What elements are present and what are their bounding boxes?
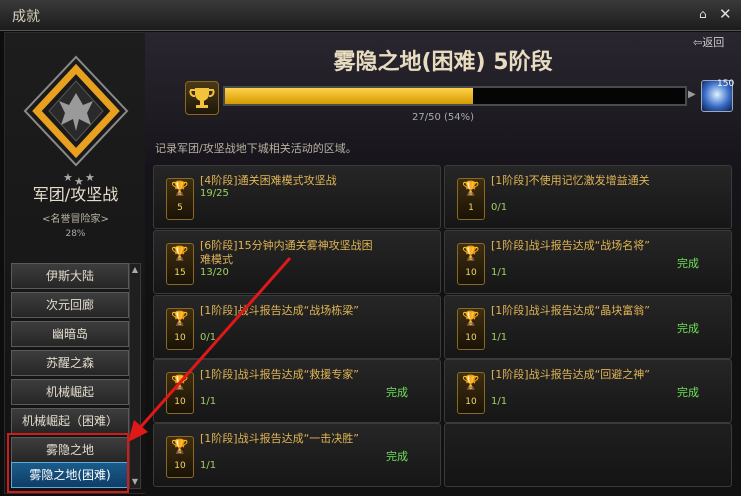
achievement-name: [1阶段]战斗报告达成“回避之神” [491,368,650,381]
nav-item-dimension-corridor[interactable]: 次元回廊 [11,292,129,318]
achievement-level: 10 [174,461,186,471]
achievement-progress: 13/20 [200,267,229,278]
scroll-down-icon[interactable]: ▼ [130,476,140,488]
trophy-icon: 🏆 10 [457,243,485,285]
achievement-card[interactable]: 🏆 10 [1阶段]战斗报告达成“回避之神” 1/1 完成 [444,359,732,423]
achievement-card[interactable]: 🏆 10 [1阶段]战斗报告达成“战场名将” 1/1 完成 [444,230,732,294]
window-title: 成就 [12,9,40,25]
achievement-name: [1阶段]战斗报告达成“一击决胜” [200,432,359,445]
achievement-level: 10 [174,397,186,407]
achievement-status: 完成 [677,386,699,399]
achievement-name: [1阶段]战斗报告达成“战场栋梁” [200,304,359,317]
achievement-name: [1阶段]不使用记忆激发增益通关 [491,174,650,187]
stage-progress-text: 27/50 (54%) [411,112,475,123]
achievement-progress: 1/1 [491,396,508,407]
achievement-name: [6阶段]15分钟内通关雾神攻坚战困难模式 [200,239,373,266]
achievement-level: 10 [174,333,186,343]
achievement-progress: 1/1 [200,460,217,471]
achievement-name: [1阶段]战斗报告达成“战场名将” [491,239,650,252]
achievement-main-panel: ⇦返回 雾隐之地(困难) 5阶段 ▶ 150 27/50 (54%) 记录军团/… [145,32,741,496]
trophy-icon: 🏆 10 [166,308,194,350]
achievement-card[interactable]: 🏆 10 [1阶段]战斗报告达成“晶块富翁” 1/1 完成 [444,295,732,359]
category-percent: 28% [65,229,86,239]
nav-item-isle[interactable]: 伊斯大陆 [11,263,129,289]
achievement-card[interactable]: 🏆 15 [6阶段]15分钟内通关雾神攻坚战困难模式 13/20 [153,230,441,294]
achievement-level: 1 [468,203,474,213]
reward-count: 150 [717,79,735,89]
trophy-icon: 🏆 5 [166,178,194,220]
nav-item-machine-rise[interactable]: 机械崛起 [11,379,129,405]
window-titlebar: 成就 ⌂ ✕ [0,0,741,31]
achievement-status: 完成 [386,386,408,399]
trophy-icon: 🏆 10 [457,372,485,414]
achievement-card[interactable]: 🏆 5 [4阶段]通关困难模式攻坚战 19/25 [153,165,441,229]
achievement-card[interactable]: 🏆 10 [1阶段]战斗报告达成“救援专家” 1/1 完成 [153,359,441,423]
achievement-level: 10 [465,333,477,343]
category-title: 军团/攻坚战 [32,185,119,204]
caret-right-icon: ▶ [688,89,696,100]
trophy-icon: 🏆 1 [457,178,485,220]
achievement-card[interactable]: 🏆 1 [1阶段]不使用记忆激发增益通关 0/1 [444,165,732,229]
empty-achievement-slot [444,423,732,487]
scroll-up-icon[interactable]: ▲ [130,264,140,276]
achievement-level: 10 [465,397,477,407]
achievement-status: 完成 [677,257,699,270]
achievement-name: [1阶段]战斗报告达成“救援专家” [200,368,359,381]
home-icon[interactable]: ⌂ [699,7,707,21]
achievement-level: 15 [174,268,186,278]
category-description: 记录军团/攻坚战地下城相关活动的区域。 [155,142,357,155]
trophy-icon: 🏆 10 [166,436,194,478]
achievement-progress: 0/1 [491,202,508,213]
nav-item-awakened-forest[interactable]: 苏醒之森 [11,350,129,376]
nav-scrollbar[interactable]: ▲ ▼ [129,263,141,489]
achievement-progress: 0/1 [200,332,217,343]
achievement-progress: 1/1 [491,332,508,343]
achievement-card[interactable]: 🏆 10 [1阶段]战斗报告达成“战场栋梁” 0/1 [153,295,441,359]
trophy-icon: 🏆 10 [166,372,194,414]
trophy-icon: 🏆 10 [457,308,485,350]
category-sidebar: ★ ★ ★ 军团/攻坚战 <名誉冒险家> 28% 伊斯大陆 次元回廊 幽暗岛 苏… [4,32,147,494]
trophy-icon: 🏆 15 [166,243,194,285]
stage-progress-bar [223,86,687,106]
achievement-card[interactable]: 🏆 10 [1阶段]战斗报告达成“一击决胜” 1/1 完成 [153,423,441,487]
stage-progress-fill [225,88,474,104]
close-icon[interactable]: ✕ [719,5,732,23]
highlight-annotation-box [7,433,129,493]
nav-item-machine-rise-hard[interactable]: 机械崛起（困难） [11,408,129,434]
achievement-progress: 19/25 [200,188,229,199]
trophy-icon [185,81,219,115]
nav-item-dark-island[interactable]: 幽暗岛 [11,321,129,347]
achievement-progress: 1/1 [200,396,217,407]
achievement-status: 完成 [677,322,699,335]
category-subtitle: <名誉冒险家> [42,214,109,225]
achievement-name: [1阶段]战斗报告达成“晶块富翁” [491,304,650,317]
achievement-progress: 1/1 [491,267,508,278]
achievement-level: 10 [465,268,477,278]
achievement-name: [4阶段]通关困难模式攻坚战 [200,174,337,187]
category-emblem-icon: ★ ★ ★ [23,55,129,188]
achievement-level: 5 [177,203,183,213]
achievement-status: 完成 [386,450,408,463]
stage-title: 雾隐之地(困难) 5阶段 [333,50,553,75]
